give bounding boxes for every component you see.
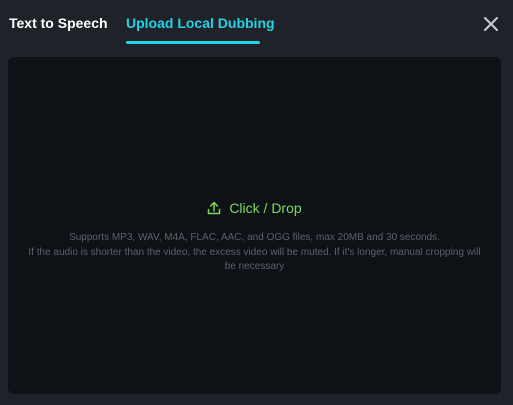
upload-icon [207, 201, 221, 215]
upload-dubbing-panel: Text to Speech Upload Local Dubbing Clic… [0, 0, 513, 405]
duration-mismatch-text: If the audio is shorter than the video, … [28, 246, 481, 273]
click-drop-label: Click / Drop [229, 200, 302, 216]
tab-bar: Text to Speech Upload Local Dubbing [0, 0, 513, 46]
file-dropzone[interactable]: Click / Drop Supports MP3, WAV, M4A, FLA… [8, 57, 501, 394]
upload-requirements-hint: Supports MP3, WAV, M4A, FLAC, AAC, and O… [28, 231, 481, 275]
tab-upload-local-dubbing[interactable]: Upload Local Dubbing [126, 15, 275, 31]
close-icon [481, 14, 501, 34]
close-button[interactable] [481, 14, 501, 34]
active-tab-indicator [126, 41, 260, 44]
click-drop-button[interactable]: Click / Drop [8, 200, 501, 216]
supported-formats-text: Supports MP3, WAV, M4A, FLAC, AAC, and O… [69, 232, 440, 243]
tab-text-to-speech[interactable]: Text to Speech [9, 15, 108, 31]
